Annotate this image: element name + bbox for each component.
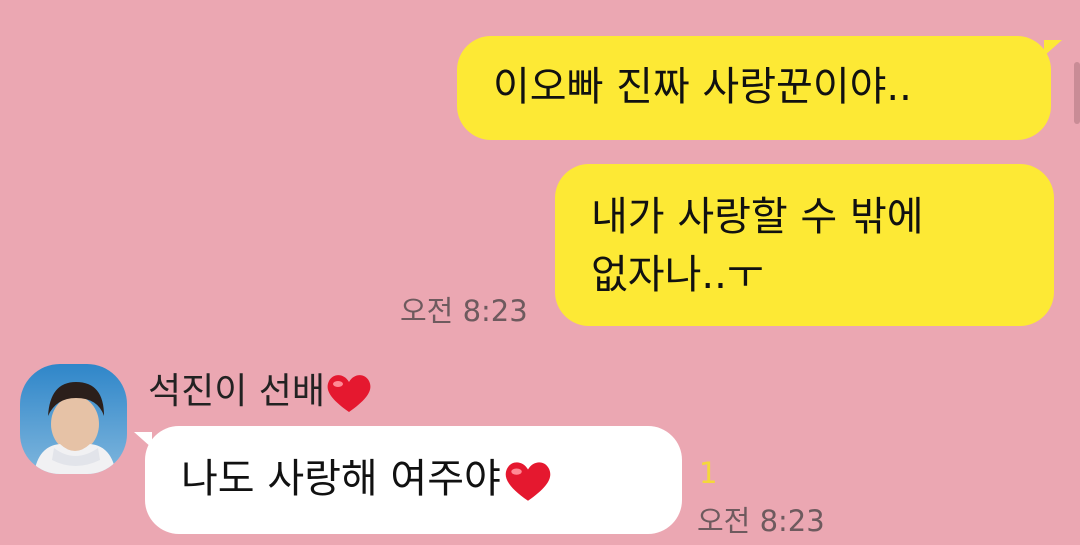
message-timestamp: 오전 8:23 xyxy=(697,504,825,538)
message-text-line: 내가 사랑할 수 밖에 xyxy=(591,194,924,240)
outgoing-message-bubble[interactable]: 이오빠 진짜 사랑꾼이야.. xyxy=(457,36,1051,140)
unread-count: 1 xyxy=(699,456,718,490)
profile-photo-image xyxy=(20,364,127,474)
message-timestamp: 오전 8:23 xyxy=(400,294,528,328)
bubble-tail xyxy=(1044,40,1062,56)
bubble-tail xyxy=(134,432,152,448)
sender-name: 석진이 선배 xyxy=(148,362,373,414)
avatar[interactable] xyxy=(20,364,127,474)
scrollbar[interactable] xyxy=(1074,62,1080,124)
message-text-line: 없자나..ㅜ xyxy=(591,252,764,298)
outgoing-message-bubble[interactable]: 내가 사랑할 수 밖에 없자나..ㅜ xyxy=(555,164,1054,326)
message-text: 나도 사랑해 여주야 xyxy=(181,456,501,502)
incoming-message-bubble[interactable]: 나도 사랑해 여주야 xyxy=(145,426,682,534)
heart-emoji-icon xyxy=(505,462,551,501)
heart-emoji-icon xyxy=(327,375,371,412)
message-text: 이오빠 진짜 사랑꾼이야.. xyxy=(493,64,912,110)
